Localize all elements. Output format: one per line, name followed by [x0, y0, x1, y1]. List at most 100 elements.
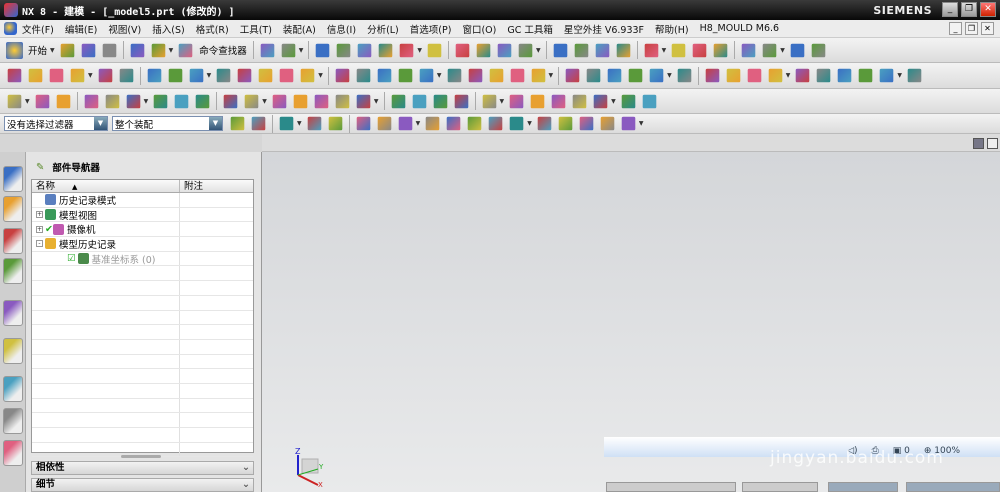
toolbar-button-icon[interactable] [644, 43, 658, 57]
toolbar-button-icon[interactable] [476, 43, 491, 57]
toolbar-button-icon[interactable] [558, 116, 573, 131]
toolbar-button-icon[interactable] [705, 68, 720, 83]
toolbar-button-icon[interactable] [279, 116, 294, 131]
restore-button[interactable]: ❐ [961, 2, 977, 17]
toolbar-button-icon[interactable] [488, 116, 503, 131]
toolbar-button-icon[interactable] [377, 68, 392, 83]
toolbar-button-icon[interactable] [84, 94, 98, 108]
menu-item[interactable]: 文件(F) [22, 22, 54, 36]
toolbar-button-icon[interactable] [307, 116, 321, 131]
dropdown-arrow-icon[interactable]: ▼ [500, 98, 505, 105]
toolbar-button-icon[interactable] [838, 68, 852, 83]
toolbar-button-icon[interactable] [616, 43, 630, 57]
toolbar-button-icon[interactable] [649, 68, 664, 83]
command-finder-button[interactable]: 命令查找器 [199, 43, 247, 57]
toolbar-button-icon[interactable] [509, 94, 524, 108]
tree-row[interactable]: + ✔ 摄像机 [32, 222, 253, 238]
dropdown-arrow-icon[interactable]: ▼ [536, 47, 541, 54]
toolbar-button-icon[interactable] [300, 68, 315, 83]
toolbar-button-icon[interactable] [230, 116, 245, 131]
toolbar-button-icon[interactable] [153, 94, 168, 108]
toolbar-button-icon[interactable] [530, 94, 545, 108]
menu-item[interactable]: 装配(A) [283, 22, 316, 36]
toolbar-button-icon[interactable] [119, 68, 133, 83]
scope-dropdown[interactable]: 整个装配 ▼ [112, 116, 223, 131]
tree-row[interactable]: ☑ 基准坐标系 (0) [32, 251, 253, 267]
menu-item[interactable]: GC 工具箱 [507, 22, 553, 36]
toolbar-button-icon[interactable] [537, 116, 552, 131]
dropdown-arrow-icon[interactable]: ▼ [144, 98, 149, 105]
resource-tab[interactable] [3, 258, 23, 284]
toolbar-button-icon[interactable] [35, 94, 49, 108]
toolbar-button-icon[interactable] [105, 94, 119, 108]
resource-tab[interactable] [3, 338, 23, 364]
toolbar-button-icon[interactable] [237, 68, 252, 83]
resource-tab[interactable] [3, 166, 23, 192]
start-button[interactable]: 开始 [28, 43, 47, 57]
pin-icon[interactable]: ✎ [36, 162, 44, 173]
toolbar-button-icon[interactable] [427, 43, 442, 57]
toolbar-button-icon[interactable] [60, 43, 74, 57]
toolbar-button-icon[interactable] [600, 116, 615, 131]
tree-row[interactable] [32, 310, 253, 326]
dropdown-arrow-icon[interactable]: ▼ [662, 47, 667, 54]
dropdown-arrow-icon[interactable]: ▼ [88, 72, 93, 79]
toolbar-button-icon[interactable] [272, 94, 287, 108]
selection-filter-dropdown[interactable]: 没有选择过滤器 ▼ [4, 116, 108, 131]
toolbar-button-icon[interactable] [509, 116, 524, 131]
tree-row[interactable] [32, 354, 253, 370]
doc-restore-button[interactable]: ❐ [965, 22, 978, 35]
toolbar-button-icon[interactable] [398, 68, 413, 83]
toolbar-button-icon[interactable] [595, 43, 609, 57]
dropdown-arrow-icon[interactable]: ▼ [207, 72, 212, 79]
toolbar-button-icon[interactable] [468, 68, 482, 83]
toolbar-button-icon[interactable] [510, 68, 524, 83]
toolbar-button-icon[interactable] [28, 68, 43, 83]
toolbar-button-icon[interactable] [796, 68, 810, 83]
dropdown-arrow-icon[interactable]: ▼ [667, 72, 672, 79]
expand-toggle[interactable]: + [36, 211, 43, 219]
toolbar-button-icon[interactable] [692, 43, 707, 57]
toolbar-button-icon[interactable] [579, 116, 594, 131]
column-name[interactable]: 名称 ▲ [32, 180, 180, 192]
doc-close-button[interactable]: ✕ [981, 22, 994, 35]
toolbar-button-icon[interactable] [358, 43, 372, 57]
dropdown-arrow-icon[interactable]: ▼ [297, 120, 302, 127]
menu-item[interactable]: 编辑(E) [65, 22, 97, 36]
toolbar-button-icon[interactable] [741, 43, 756, 57]
toolbar-button-icon[interactable] [642, 94, 657, 108]
expand-toggle[interactable]: + [36, 225, 43, 233]
toolbar-button-icon[interactable] [147, 68, 161, 83]
tree-row[interactable] [32, 369, 253, 384]
tree-row[interactable] [32, 398, 253, 414]
tree-row[interactable] [32, 325, 253, 340]
nx-menu-icon[interactable] [4, 22, 17, 35]
toolbar-button-icon[interactable] [572, 94, 587, 108]
toolbar-button-icon[interactable] [586, 68, 601, 83]
toolbar-button-icon[interactable] [258, 68, 273, 83]
toolbar-button-icon[interactable] [251, 116, 266, 131]
dropdown-arrow-icon[interactable]: ▼ [786, 72, 791, 79]
toolbar-button-icon[interactable] [400, 43, 414, 57]
tree-row[interactable] [32, 266, 253, 282]
resource-tab[interactable] [3, 196, 23, 222]
resource-tab[interactable] [3, 376, 23, 402]
minimize-button[interactable]: _ [942, 2, 958, 17]
tree-row[interactable] [32, 281, 253, 296]
close-button[interactable]: ✕ [980, 2, 996, 17]
toolbar-button-icon[interactable] [195, 94, 210, 108]
tree-row[interactable]: + 模型视图 [32, 207, 253, 223]
toolbar-button-icon[interactable] [518, 43, 533, 57]
toolbar-button-icon[interactable] [49, 68, 64, 83]
dropdown-arrow-icon[interactable]: ▼ [639, 120, 644, 127]
toolbar-button-icon[interactable] [102, 43, 116, 57]
toolbar-button-icon[interactable] [489, 68, 503, 83]
toolbar-button-icon[interactable] [335, 68, 350, 83]
tree-row[interactable] [32, 295, 253, 311]
menu-item[interactable]: 分析(L) [367, 22, 399, 36]
dropdown-arrow-icon[interactable]: ▼ [549, 72, 554, 79]
toolbar-button-icon[interactable] [574, 43, 588, 57]
menu-item[interactable]: 插入(S) [152, 22, 184, 36]
toolbar-button-icon[interactable] [880, 68, 894, 83]
toolbar-button-icon[interactable] [391, 94, 405, 108]
